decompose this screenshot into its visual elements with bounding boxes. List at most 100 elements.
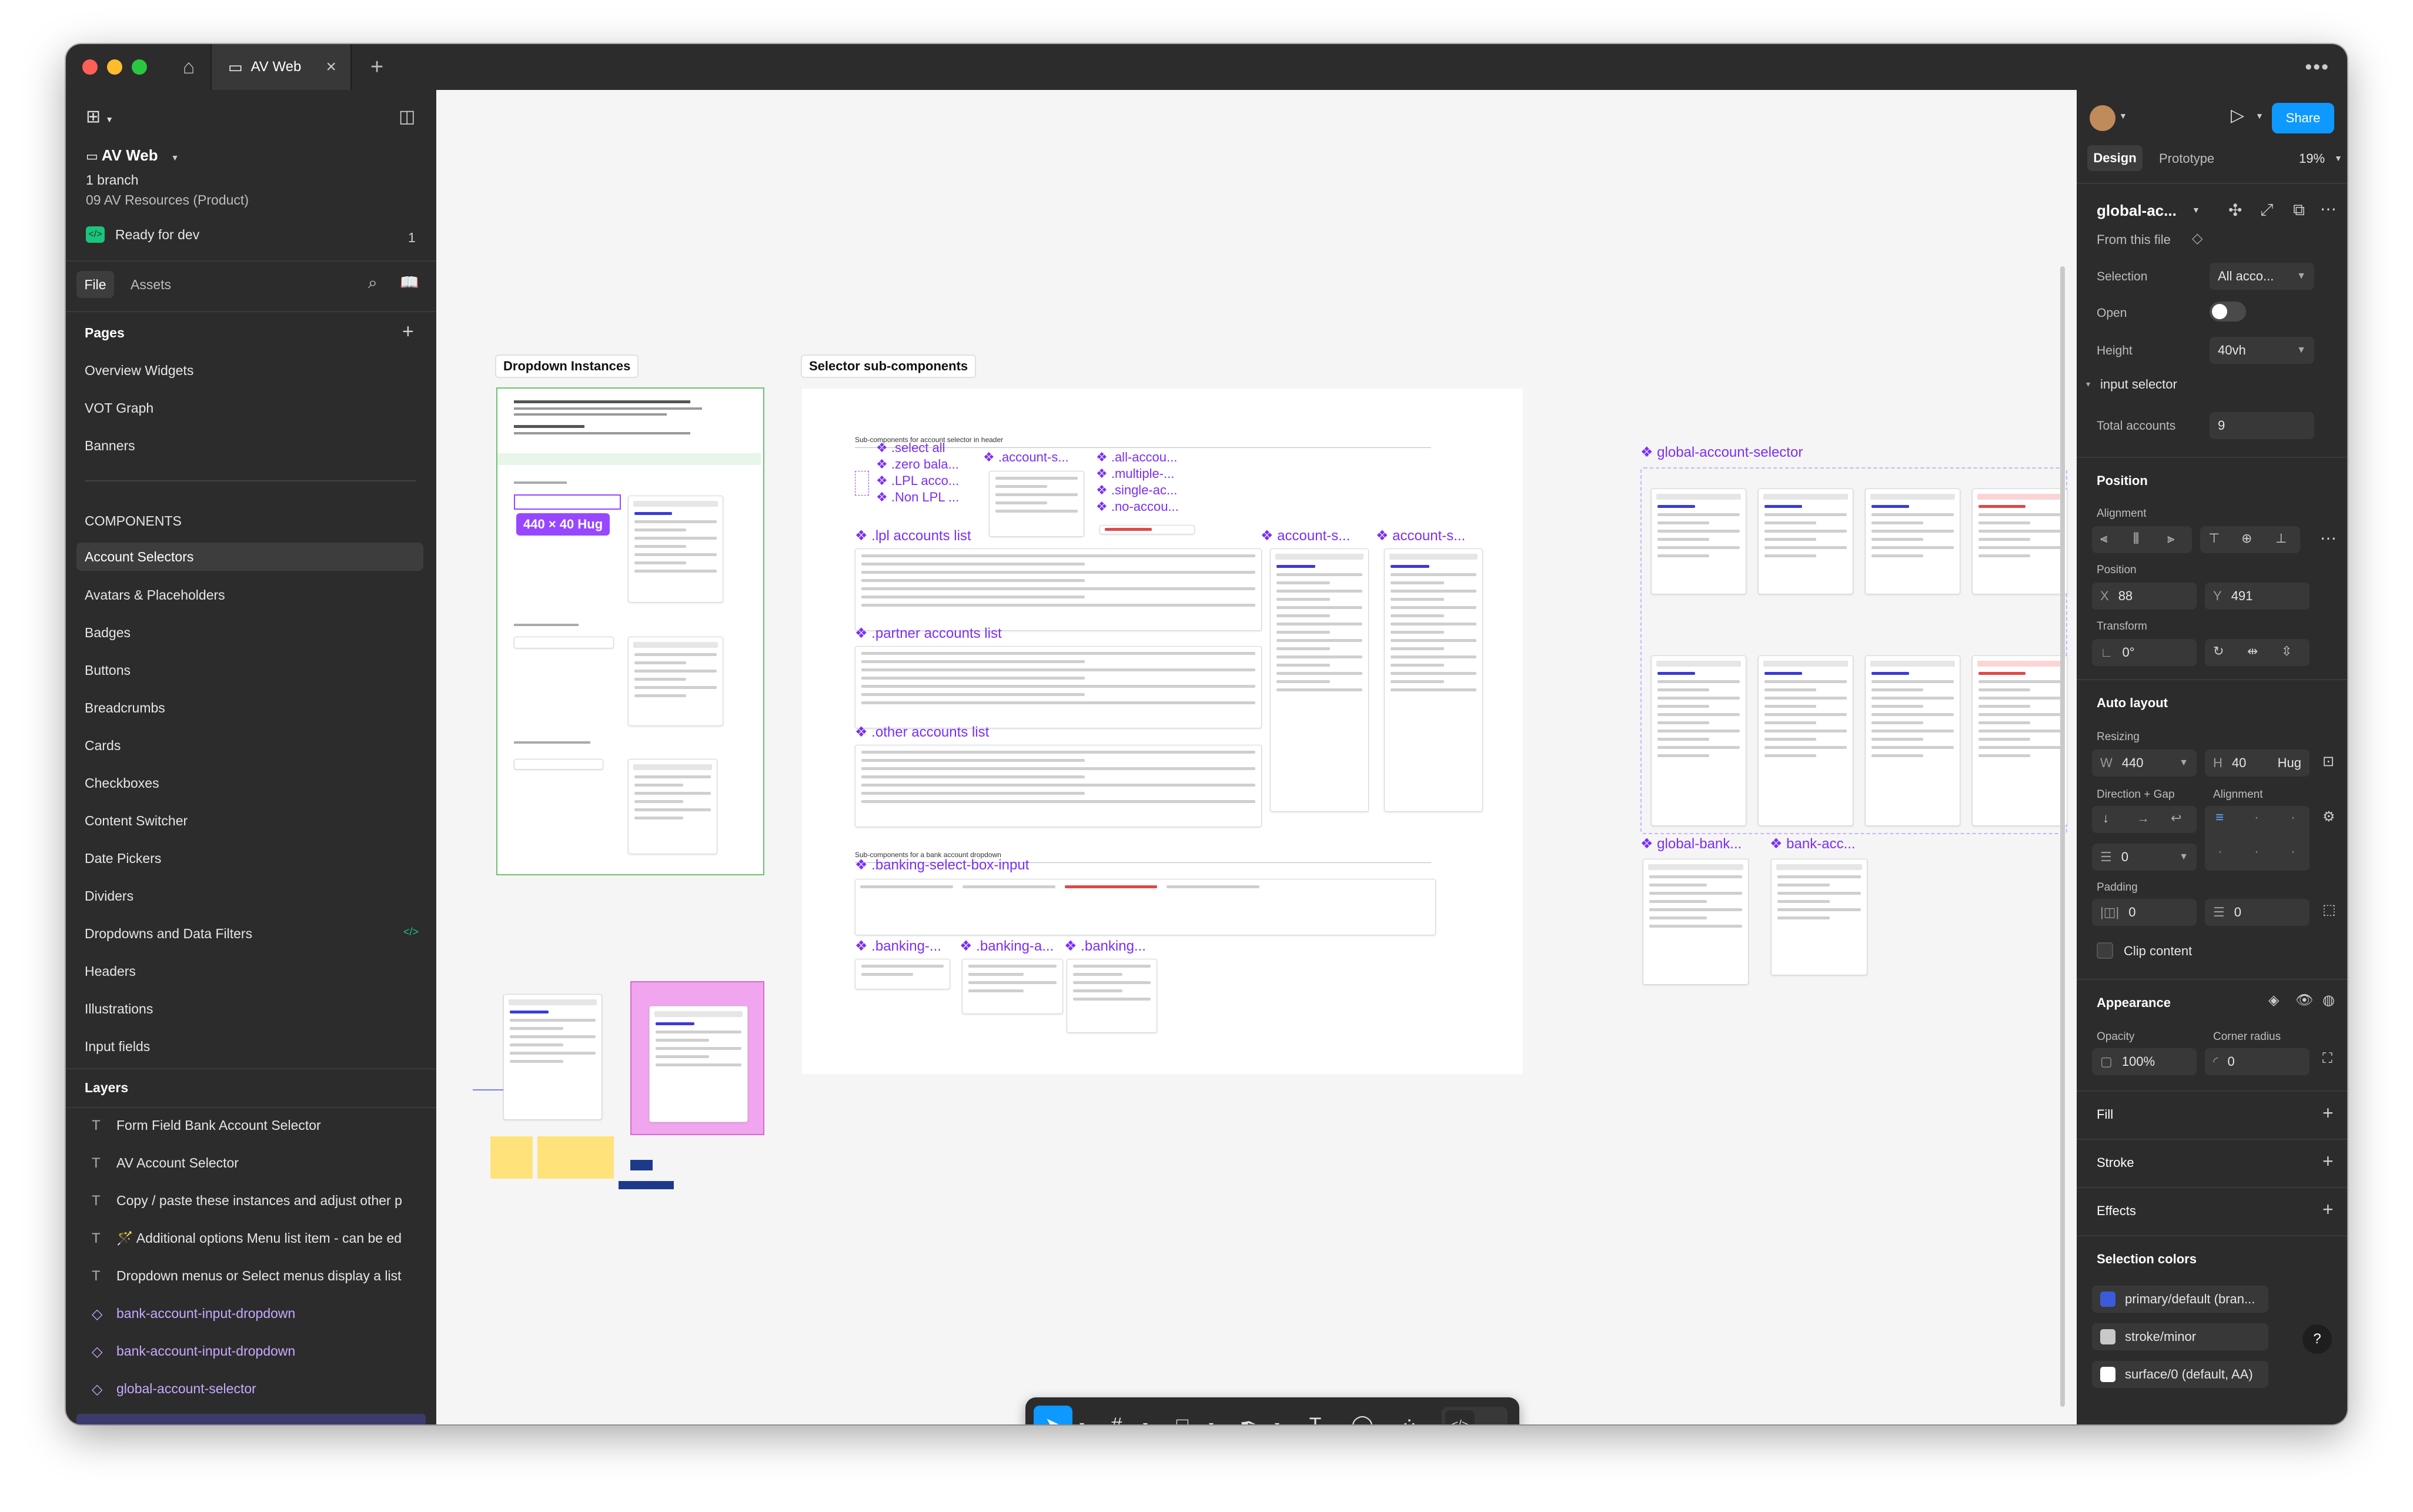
- x-input[interactable]: X 88: [2092, 583, 2197, 610]
- layer-text[interactable]: T Copy / paste these instances and adjust…: [92, 1193, 402, 1209]
- comp-single-ac[interactable]: ❖ .single-ac...: [1096, 483, 1177, 498]
- input-selector-label[interactable]: input selector: [2100, 377, 2177, 392]
- flip-horizontal-icon[interactable]: ⇹: [2247, 644, 2258, 659]
- page-item[interactable]: Banners: [85, 438, 135, 454]
- comp-banking-1[interactable]: ❖ .banking-...: [855, 938, 941, 955]
- detach-icon[interactable]: ⧉: [2293, 200, 2305, 220]
- comp-banking-3[interactable]: ❖ .banking...: [1064, 938, 1146, 955]
- swap-icon[interactable]: ⤢: [2260, 200, 2273, 220]
- library-icon[interactable]: 📖: [400, 273, 419, 292]
- selection-color-item[interactable]: primary/default (bran...: [2092, 1286, 2268, 1313]
- section-label-selector[interactable]: Selector sub-components: [801, 354, 977, 378]
- corner-radius-input[interactable]: ◜ 0: [2205, 1048, 2310, 1075]
- tab-design[interactable]: Design: [2087, 145, 2143, 171]
- comp-banking-select[interactable]: ❖ .banking-select-box-input: [855, 857, 1029, 874]
- tab-prototype[interactable]: Prototype: [2159, 151, 2214, 166]
- share-button[interactable]: Share: [2272, 103, 2334, 133]
- align-dot-icon[interactable]: ·: [2291, 809, 2295, 826]
- blend-icon[interactable]: ◍: [2322, 992, 2335, 1009]
- chevron-down-icon[interactable]: ▾: [2086, 379, 2090, 389]
- chevron-down-icon[interactable]: ▼: [2334, 153, 2342, 163]
- page-item[interactable]: Badges: [85, 625, 131, 641]
- page-item[interactable]: Overview Widgets: [85, 363, 193, 379]
- page-item[interactable]: Date Pickers: [85, 851, 161, 867]
- align-dot-icon[interactable]: ·: [2254, 844, 2259, 860]
- file-tab[interactable]: ▭ AV Web ×: [212, 44, 352, 90]
- page-item[interactable]: Dropdowns and Data Filters: [85, 926, 252, 942]
- more-icon[interactable]: ⋯: [2320, 199, 2337, 219]
- direction-group[interactable]: ↓ → ↩: [2092, 806, 2197, 833]
- align-top-left-icon[interactable]: ≡: [2215, 809, 2224, 826]
- more-icon[interactable]: ⋯: [2320, 528, 2337, 548]
- component-icon[interactable]: ✣: [2228, 200, 2242, 220]
- comment-tool-icon[interactable]: ◯: [1342, 1406, 1383, 1424]
- sticky-note[interactable]: [490, 1136, 533, 1179]
- frame-tool-icon[interactable]: #: [1096, 1406, 1137, 1425]
- dropdown-instances-frame[interactable]: [496, 387, 764, 875]
- y-input[interactable]: Y 491: [2205, 583, 2310, 610]
- tab-file[interactable]: File: [76, 271, 114, 298]
- chevron-down-icon[interactable]: ▼: [2119, 111, 2127, 121]
- height-dropdown[interactable]: 40vh ▼: [2210, 337, 2314, 364]
- comp-bank-acc[interactable]: ❖ bank-acc...: [1770, 835, 1856, 852]
- close-window-button[interactable]: [82, 59, 98, 75]
- selection-dropdown[interactable]: All acco... ▼: [2210, 263, 2314, 290]
- pink-annotation-frame[interactable]: [630, 981, 764, 1135]
- chevron-down-icon[interactable]: ▼: [2192, 205, 2200, 215]
- style-icon[interactable]: ◈: [2268, 992, 2279, 1009]
- more-icon[interactable]: •••: [2305, 44, 2330, 90]
- selection-color-item[interactable]: stroke/minor: [2092, 1323, 2268, 1350]
- page-item[interactable]: Headers: [85, 964, 136, 979]
- page-item[interactable]: VOT Graph: [85, 400, 153, 416]
- page-item[interactable]: Checkboxes: [85, 775, 159, 791]
- horizontal-align-group[interactable]: ⫷ ⫼ ⫸: [2092, 526, 2192, 553]
- layer-selected-row[interactable]: [76, 1414, 426, 1424]
- layer-instance[interactable]: ◇ bank-account-input-dropdown: [92, 1343, 295, 1360]
- comp-all-accou[interactable]: ❖ .all-accou...: [1096, 450, 1177, 465]
- page-section-components[interactable]: COMPONENTS: [85, 513, 182, 529]
- help-button[interactable]: ?: [2302, 1324, 2332, 1354]
- dev-mode-toggle[interactable]: </>: [1442, 1407, 1508, 1424]
- minimize-window-button[interactable]: [107, 59, 122, 75]
- component-set-frame[interactable]: [1640, 467, 2067, 834]
- chevron-down-icon[interactable]: ▾: [1138, 1406, 1152, 1424]
- chevron-down-icon[interactable]: ▼: [2255, 111, 2264, 121]
- comp-multiple[interactable]: ❖ .multiple-...: [1096, 466, 1174, 481]
- align-middle-icon[interactable]: ⊕: [2241, 531, 2252, 546]
- eye-icon[interactable]: 👁: [2295, 992, 2313, 1009]
- flow-node[interactable]: [619, 1181, 674, 1189]
- page-item[interactable]: Illustrations: [85, 1001, 153, 1017]
- layer-instance[interactable]: ◇ global-account-selector: [92, 1381, 256, 1397]
- flow-node[interactable]: [630, 1160, 653, 1170]
- comp-no-accou[interactable]: ❖ .no-accou...: [1096, 499, 1179, 514]
- resize-to-fit-icon[interactable]: ⊡: [2322, 753, 2334, 770]
- comp-zero-bal[interactable]: ❖ .zero bala...: [876, 457, 959, 472]
- page-item[interactable]: Dividers: [85, 888, 133, 904]
- gap-input[interactable]: ☰ 0 ▼: [2092, 844, 2197, 871]
- page-item[interactable]: Input fields: [85, 1039, 150, 1055]
- section-label-dropdown[interactable]: Dropdown Instances: [495, 354, 639, 378]
- rectangle-tool-icon[interactable]: □: [1162, 1406, 1203, 1425]
- comp-partner-list[interactable]: ❖ .partner accounts list: [855, 625, 1002, 642]
- add-effect-icon[interactable]: +: [2322, 1199, 2334, 1220]
- align-top-icon[interactable]: ⊤: [2208, 531, 2220, 546]
- dev-status[interactable]: </> Ready for dev: [86, 226, 199, 243]
- chevron-down-icon[interactable]: ▾: [1204, 1406, 1218, 1424]
- align-right-icon[interactable]: ⫸: [2167, 531, 2174, 546]
- clip-content-checkbox[interactable]: [2097, 942, 2113, 959]
- align-dot-icon[interactable]: ·: [2218, 844, 2222, 860]
- tab-assets[interactable]: Assets: [131, 277, 171, 293]
- vertical-align-group[interactable]: ⊤ ⊕ ⊥: [2200, 526, 2300, 553]
- align-dot-icon[interactable]: ·: [2291, 844, 2295, 860]
- page-item-active[interactable]: Account Selectors: [76, 543, 423, 571]
- layer-text[interactable]: T 🪄 Additional options Menu list item - c…: [92, 1230, 402, 1246]
- move-tool-icon[interactable]: ➤: [1034, 1406, 1072, 1424]
- opacity-input[interactable]: ▢ 100%: [2092, 1048, 2197, 1075]
- layer-text[interactable]: T Dropdown menus or Select menus display …: [92, 1268, 402, 1284]
- total-accounts-input[interactable]: 9: [2210, 412, 2314, 439]
- close-tab-icon[interactable]: ×: [326, 57, 336, 77]
- page-item[interactable]: Buttons: [85, 663, 131, 678]
- selector-subcomponents-frame[interactable]: Sub-components for account selector in h…: [802, 389, 1523, 1074]
- home-icon[interactable]: ⌂: [167, 44, 212, 90]
- align-bottom-icon[interactable]: ⊥: [2275, 531, 2287, 546]
